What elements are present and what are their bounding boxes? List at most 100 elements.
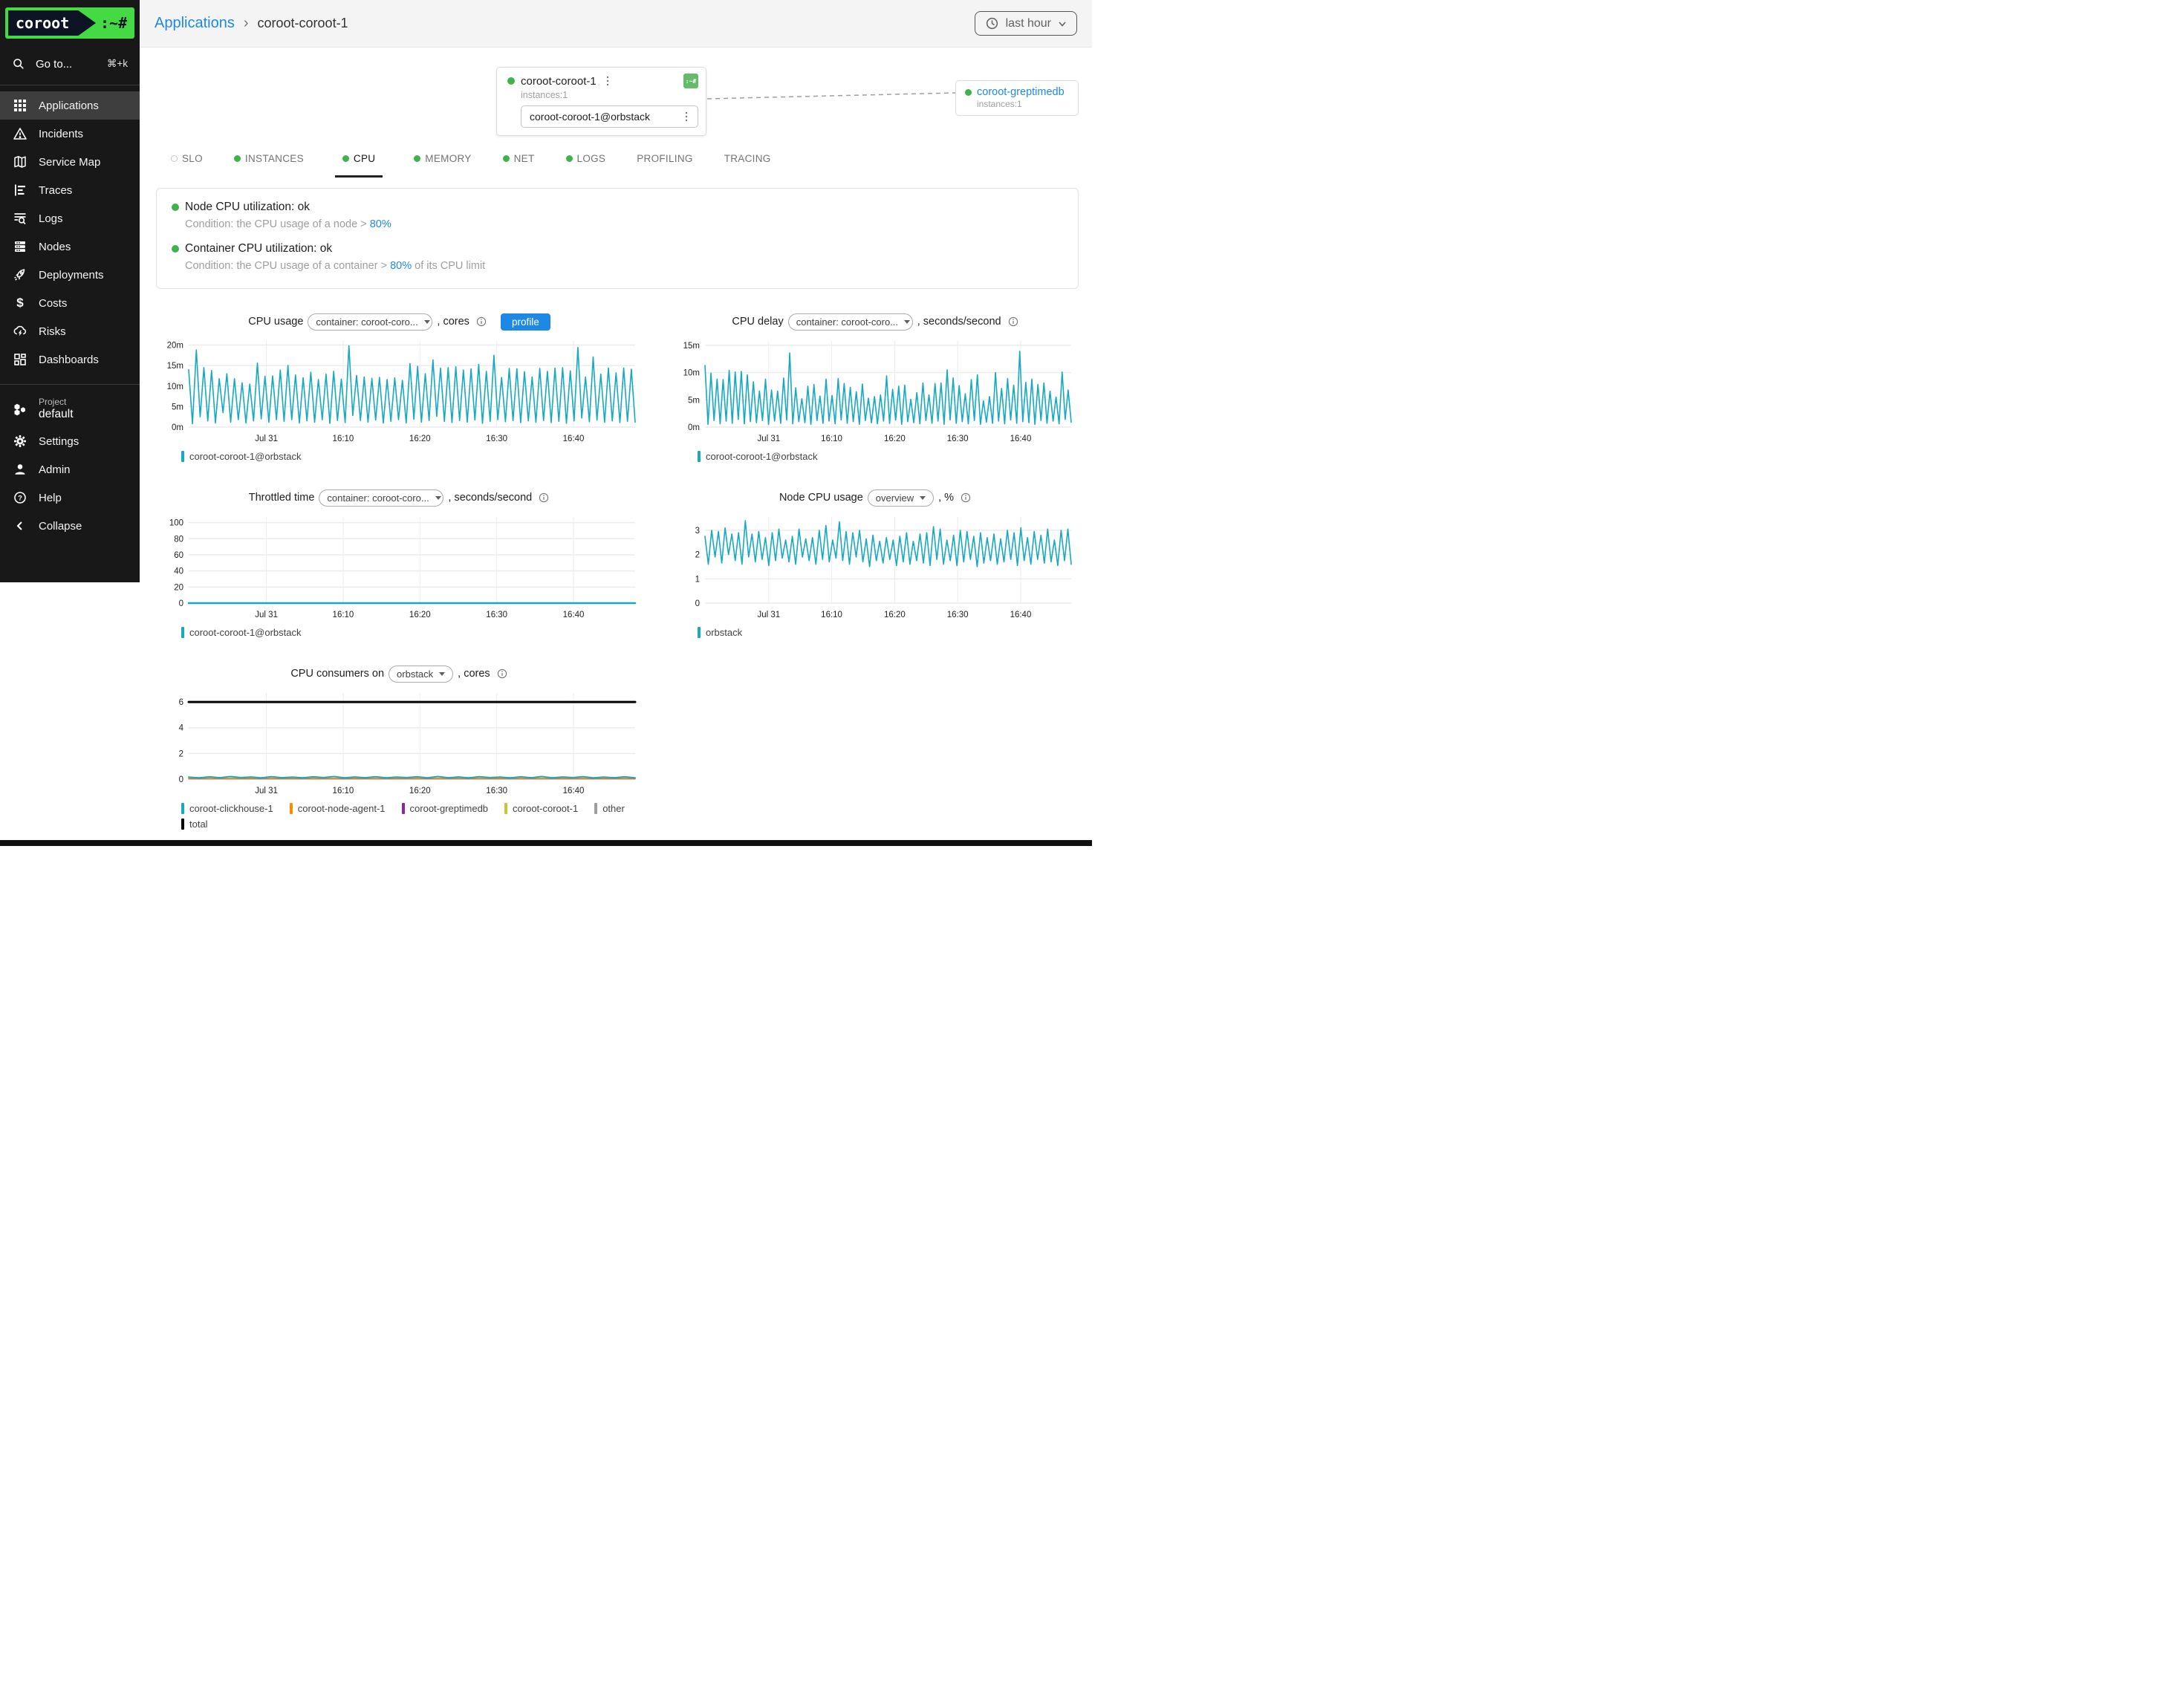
svg-text:16:10: 16:10 <box>333 611 354 619</box>
svg-text:Jul 31: Jul 31 <box>757 435 780 443</box>
tab-label: SLO <box>182 153 203 164</box>
sidebar-collapse-button[interactable]: Collapse <box>0 512 140 540</box>
tab-logs[interactable]: LOGS <box>566 153 606 178</box>
service-map-section: coroot-coroot-1 :~# instances:1 coroot-c… <box>140 48 1092 152</box>
info-icon[interactable] <box>960 492 972 504</box>
svg-text:16:30: 16:30 <box>486 611 507 619</box>
threshold-link[interactable]: 80% <box>390 260 412 272</box>
kebab-menu-icon[interactable] <box>681 111 692 123</box>
breadcrumb-applications-link[interactable]: Applications <box>155 15 235 32</box>
tab-tracing[interactable]: TRACING <box>724 153 771 178</box>
tab-memory[interactable]: MEMORY <box>414 153 471 178</box>
node-selector[interactable]: orbstack <box>389 666 453 683</box>
tab-label: LOGS <box>577 153 606 164</box>
server-stack-icon <box>13 239 27 254</box>
legend-item[interactable]: orbstack <box>698 627 742 638</box>
chart-title: CPU usage container: coroot-coro... , co… <box>156 311 643 332</box>
hexagons-icon <box>13 402 27 417</box>
threshold-link[interactable]: 80% <box>370 218 391 230</box>
legend-label: orbstack <box>706 627 742 638</box>
profile-button[interactable]: profile <box>501 313 550 331</box>
sidebar-item-incidents[interactable]: Incidents <box>0 120 140 148</box>
container-selector[interactable]: container: coroot-coro... <box>788 313 913 331</box>
svg-text:40: 40 <box>174 567 183 576</box>
chart-unit: , seconds/second <box>917 316 1001 328</box>
sidebar-item-service-map[interactable]: Service Map <box>0 148 140 176</box>
info-icon[interactable] <box>1007 316 1019 328</box>
legend-item[interactable]: coroot-node-agent-1 <box>290 803 386 814</box>
kebab-menu-icon[interactable] <box>602 75 613 87</box>
info-icon[interactable] <box>475 316 487 328</box>
check-title-text: Container CPU utilization: ok <box>185 242 332 256</box>
time-range-picker[interactable]: last hour <box>975 11 1077 36</box>
goto-search[interactable]: Go to... ⌘+k <box>0 49 140 79</box>
legend-label: coroot-coroot-1@orbstack <box>189 451 301 462</box>
map-icon <box>13 154 27 169</box>
chart-title-text: CPU delay <box>732 316 783 328</box>
svg-text:16:30: 16:30 <box>947 611 969 619</box>
sidebar-item-label: Settings <box>39 435 79 448</box>
node-cpu-usage-plot[interactable]: Jul 3116:1016:2016:3016:400123 <box>672 511 1079 622</box>
condition-text: Condition: the CPU usage of a container … <box>185 260 390 272</box>
svg-text:16:40: 16:40 <box>563 611 585 619</box>
container-selector[interactable]: container: coroot-coro... <box>308 313 432 331</box>
legend-item[interactable]: other <box>594 803 625 814</box>
svg-text:16:30: 16:30 <box>486 787 507 795</box>
sidebar-item-help[interactable]: ? Help <box>0 484 140 512</box>
status-dot <box>172 245 179 253</box>
throttled-time-plot[interactable]: Jul 3116:1016:2016:3016:40020406080100 <box>156 511 643 622</box>
cpu-consumers-plot[interactable]: Jul 3116:1016:2016:3016:400246 <box>156 687 643 798</box>
info-icon[interactable] <box>538 492 550 504</box>
cpu-checks-panel: Node CPU utilization: ok Condition: the … <box>156 188 1079 289</box>
dollar-icon: $ <box>13 296 27 310</box>
sidebar-item-costs[interactable]: $ Costs <box>0 289 140 317</box>
info-icon[interactable] <box>496 668 508 680</box>
project-switcher[interactable]: Project default <box>0 391 140 427</box>
legend-item[interactable]: coroot-coroot-1@orbstack <box>181 451 301 462</box>
cpu-delay-plot[interactable]: Jul 3116:1016:2016:3016:400m5m10m15m <box>672 335 1079 446</box>
sidebar-item-logs[interactable]: Logs <box>0 204 140 232</box>
remote-node-link[interactable]: coroot-greptimedb <box>977 86 1065 98</box>
legend-item[interactable]: total <box>181 819 208 830</box>
main-content: Applications › coroot-coroot-1 last hour… <box>140 0 1092 830</box>
sidebar-item-traces[interactable]: Traces <box>0 176 140 204</box>
legend-swatch <box>698 627 701 638</box>
sidebar-item-admin[interactable]: Admin <box>0 455 140 484</box>
search-icon <box>12 57 25 71</box>
tab-net[interactable]: NET <box>503 153 535 178</box>
tab-instances[interactable]: INSTANCES <box>234 153 304 178</box>
sidebar-item-nodes[interactable]: Nodes <box>0 232 140 261</box>
sidebar-item-deployments[interactable]: Deployments <box>0 261 140 289</box>
legend-item[interactable]: coroot-coroot-1@orbstack <box>698 451 817 462</box>
legend-item[interactable]: coroot-coroot-1@orbstack <box>181 627 301 638</box>
container-selector[interactable]: container: coroot-coro... <box>319 489 443 507</box>
project-info: Project default <box>39 397 74 421</box>
svg-text:6: 6 <box>179 698 183 707</box>
instance-item[interactable]: coroot-coroot-1@orbstack <box>521 105 698 128</box>
coroot-logo[interactable]: coroot :~# <box>5 7 134 39</box>
svg-text:1: 1 <box>695 575 700 584</box>
coroot-badge: :~# <box>683 74 698 88</box>
legend-label: total <box>189 819 208 830</box>
instances-count: instances:1 <box>521 90 698 100</box>
status-dot <box>507 77 515 85</box>
tab-cpu[interactable]: CPU <box>335 153 383 178</box>
app-node-card[interactable]: coroot-coroot-1 :~# instances:1 coroot-c… <box>496 67 706 136</box>
tab-label: PROFILING <box>637 153 692 164</box>
cpu-usage-plot[interactable]: Jul 3116:1016:2016:3016:400m5m10m15m20m <box>156 335 643 446</box>
tab-slo[interactable]: SLO <box>171 153 203 178</box>
chart-unit: , cores <box>437 316 469 328</box>
mode-selector[interactable]: overview <box>868 489 934 507</box>
sidebar-item-applications[interactable]: Applications <box>0 91 140 120</box>
goto-label: Go to... <box>36 58 72 71</box>
legend-item[interactable]: coroot-coroot-1 <box>504 803 578 814</box>
legend-item[interactable]: coroot-greptimedb <box>402 803 489 814</box>
sidebar-item-dashboards[interactable]: Dashboards <box>0 345 140 374</box>
svg-text:80: 80 <box>174 535 183 544</box>
legend-item[interactable]: coroot-clickhouse-1 <box>181 803 273 814</box>
remote-node-card[interactable]: coroot-greptimedb instances:1 <box>955 80 1079 116</box>
tab-profiling[interactable]: PROFILING <box>637 153 692 178</box>
sidebar-item-risks[interactable]: Risks <box>0 317 140 345</box>
chart-title: CPU consumers on orbstack , cores <box>156 663 643 684</box>
sidebar-item-settings[interactable]: Settings <box>0 427 140 455</box>
